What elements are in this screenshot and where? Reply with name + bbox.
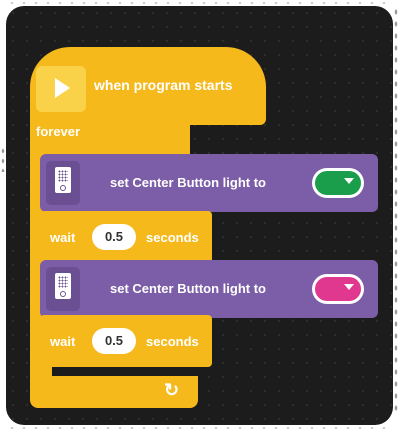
canvas-border-dots-bottom: [6, 425, 393, 431]
forever-label: forever: [36, 124, 81, 139]
set-light-label: set Center Button light to: [110, 281, 266, 296]
hub-brick-icon-box: [46, 161, 80, 205]
hub-brick-icon-box: [46, 267, 80, 311]
color-picker[interactable]: [312, 168, 364, 198]
wait-label: wait: [50, 230, 76, 245]
chevron-down-icon: [344, 178, 354, 184]
wait-seconds-input[interactable]: 0.5: [92, 224, 136, 250]
hub-brick-icon: [55, 273, 71, 299]
set-center-button-light-block[interactable]: set Center Button light to: [40, 260, 378, 318]
wait-block[interactable]: wait 0.5 seconds: [40, 315, 212, 367]
canvas-border-dots-right: [393, 6, 399, 411]
wait-block[interactable]: wait 0.5 seconds: [40, 211, 212, 263]
set-light-label: set Center Button light to: [110, 175, 266, 190]
color-swatch-green: [315, 171, 361, 195]
color-picker[interactable]: [312, 274, 364, 304]
color-swatch-pink: [315, 277, 361, 301]
hub-brick-icon: [55, 167, 71, 193]
set-center-button-light-block[interactable]: set Center Button light to: [40, 154, 378, 212]
loop-arrow-icon: ↻: [164, 380, 180, 400]
play-icon: [55, 78, 70, 98]
chevron-down-icon: [344, 284, 354, 290]
seconds-label: seconds: [146, 230, 199, 245]
wait-seconds-input[interactable]: 0.5: [92, 328, 136, 354]
when-program-starts-label: when program starts: [94, 77, 233, 93]
wait-label: wait: [50, 334, 76, 349]
code-canvas[interactable]: when program starts forever ↻ set Center…: [6, 6, 393, 425]
seconds-label: seconds: [146, 334, 199, 349]
